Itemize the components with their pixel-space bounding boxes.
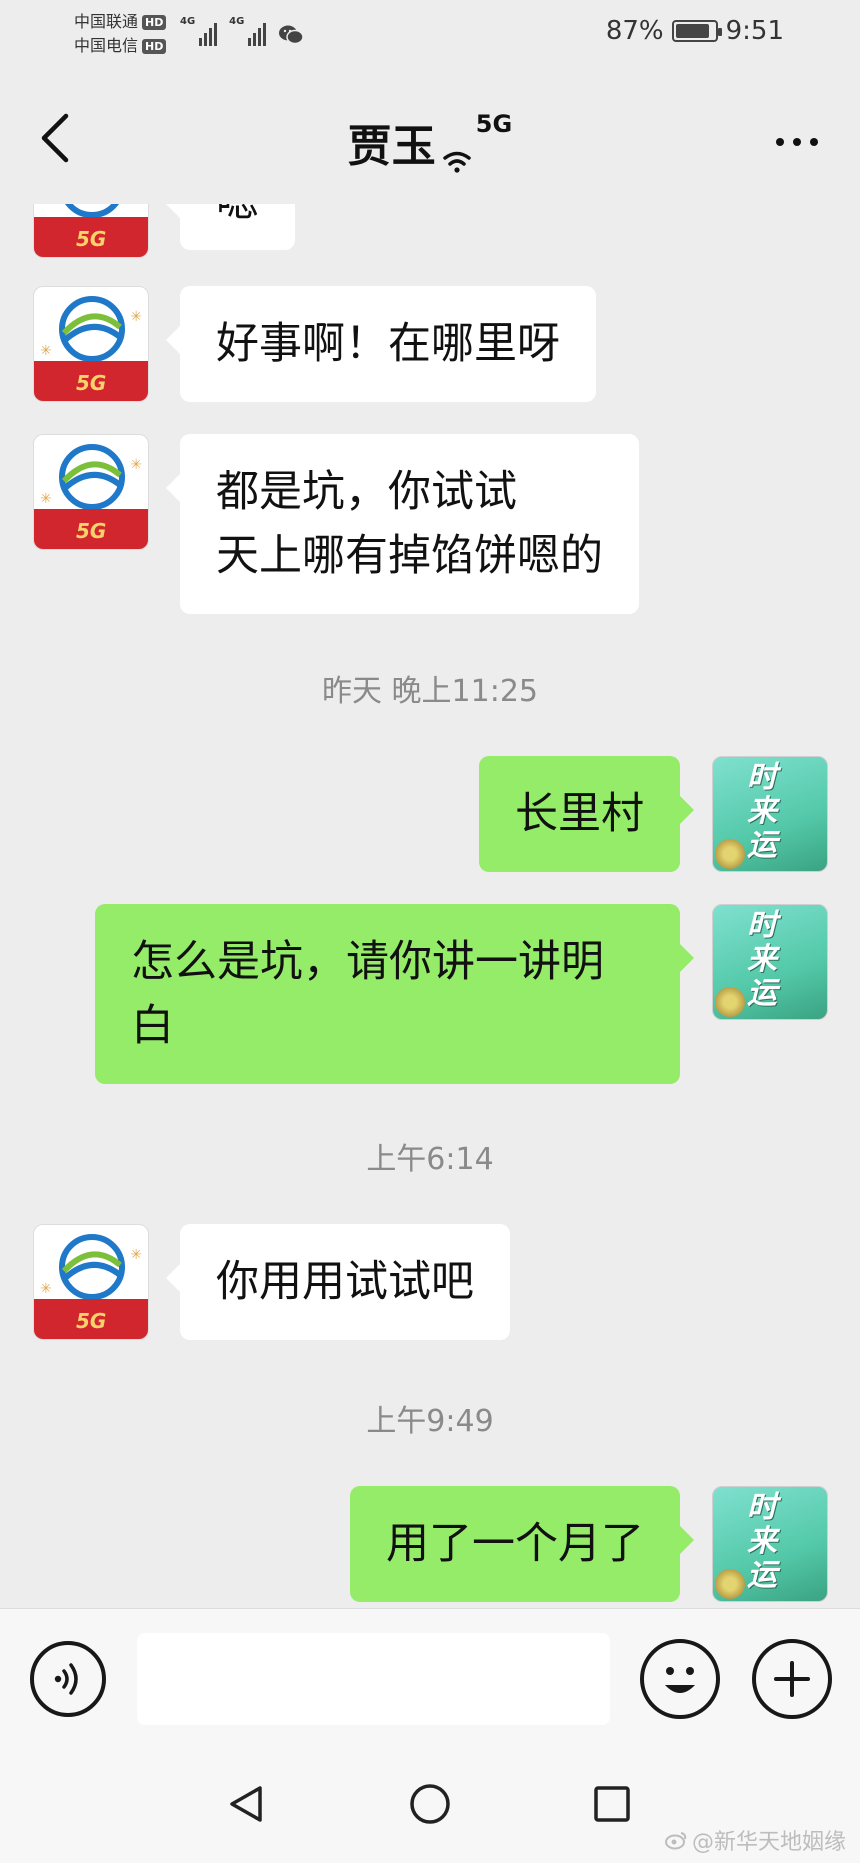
- message-bubble-incoming[interactable]: 嗯: [166, 204, 295, 250]
- status-right: 87% 9:51: [606, 16, 784, 46]
- avatar-5g-label: 5G: [76, 371, 107, 395]
- contact-avatar[interactable]: ✳ ✳ 5G: [33, 286, 149, 402]
- flower-icon: [715, 987, 745, 1017]
- system-home-button[interactable]: [402, 1776, 458, 1832]
- sparkle-icon: ✳: [40, 1281, 52, 1297]
- battery-fill: [675, 24, 709, 38]
- carrier-2: 中国电信: [74, 36, 139, 55]
- wifi-icon: [443, 151, 471, 173]
- message-text-line: 都是坑，你试试: [216, 467, 517, 517]
- message-text-line: 白: [131, 1001, 174, 1051]
- battery-icon: [671, 20, 722, 42]
- plus-icon: [774, 1661, 810, 1697]
- avatar-5g-label: 5G: [76, 519, 107, 543]
- signal-indicators: 4G 4G: [180, 16, 305, 46]
- avatar-calligraphy: 时来运: [747, 760, 777, 863]
- wechat-icon: [279, 25, 305, 45]
- message-text: 好事啊！在哪里呀: [216, 319, 560, 369]
- battery-percent: 87%: [605, 16, 664, 46]
- my-avatar[interactable]: 时来运: [712, 1486, 828, 1602]
- avatar-5g-label: 5G: [76, 227, 107, 251]
- signal-icon: 4G: [180, 16, 218, 46]
- timestamp: 昨天 晚上11:25: [322, 674, 538, 709]
- 5g-badge: 5G: [475, 110, 513, 138]
- message-text: 长里村: [515, 789, 644, 839]
- my-avatar[interactable]: 时来运: [712, 904, 828, 1020]
- message-bubble-outgoing[interactable]: 怎么是坑，请你讲一讲明 白: [95, 904, 694, 1084]
- signal-icon: 4G: [229, 16, 267, 46]
- clock: 9:51: [725, 16, 784, 46]
- contact-avatar[interactable]: ✳ ✳ 5G: [33, 434, 149, 550]
- my-avatar[interactable]: 时来运: [712, 756, 828, 872]
- message-text: 用了一个月了: [386, 1519, 644, 1569]
- system-back-button[interactable]: [218, 1776, 274, 1832]
- ellipsis-icon: [810, 138, 818, 146]
- square-recents-icon: [594, 1786, 630, 1822]
- status-bar: 中国联通 HD 中国电信 HD 4G 4G 87% 9:51: [0, 0, 860, 72]
- watermark: @新华天地姻缘: [664, 1824, 846, 1856]
- chat-header: 贾玉 5G: [0, 72, 860, 204]
- carrier-1: 中国联通: [74, 12, 139, 31]
- hd-badge: HD: [142, 14, 167, 30]
- message-bubble-incoming[interactable]: 你用用试试吧: [166, 1224, 510, 1340]
- message-text-line: 怎么是坑，请你讲一讲明: [131, 937, 604, 987]
- weibo-icon: [664, 1832, 687, 1850]
- message-bubble-incoming[interactable]: 都是坑，你试试 天上哪有掉馅饼嗯的: [166, 434, 639, 614]
- ellipsis-icon: [776, 138, 784, 146]
- message-list[interactable]: 5G 嗯 ✳ ✳ 5G 好事啊！在哪里呀 ✳ ✳ 5G 都是坑，你试试 天上哪有…: [0, 204, 860, 1608]
- message-bubble-outgoing[interactable]: 用了一个月了: [350, 1486, 694, 1602]
- contact-avatar[interactable]: 5G: [33, 204, 149, 258]
- contact-name: 贾玉: [347, 121, 436, 172]
- watermark-text: @新华天地姻缘: [691, 1830, 846, 1855]
- message-bubble-outgoing[interactable]: 长里村: [479, 756, 694, 872]
- emoji-button[interactable]: [640, 1639, 720, 1719]
- sparkle-icon: ✳: [130, 309, 142, 325]
- timestamp: 上午9:49: [366, 1404, 494, 1439]
- chat-title: 贾玉 5G: [0, 110, 860, 174]
- sparkle-icon: ✳: [40, 343, 52, 359]
- system-navigation-bar: @新华天地姻缘: [0, 1742, 860, 1863]
- hd-badge: HD: [142, 38, 167, 54]
- triangle-back-icon: [230, 1786, 262, 1822]
- voice-icon: [54, 1663, 78, 1695]
- input-bar: [0, 1608, 860, 1742]
- message-input[interactable]: [137, 1633, 610, 1725]
- message-text-line: 天上哪有掉馅饼嗯的: [216, 531, 603, 581]
- sparkle-icon: ✳: [40, 491, 52, 507]
- circle-home-icon: [410, 1784, 450, 1824]
- carrier-info: 中国联通 HD 中国电信 HD: [74, 10, 167, 58]
- flower-icon: [715, 1569, 745, 1599]
- system-recents-button[interactable]: [584, 1776, 640, 1832]
- ellipsis-icon: [793, 138, 801, 146]
- avatar-calligraphy: 时来运: [747, 908, 777, 1011]
- sparkle-icon: ✳: [130, 457, 142, 473]
- avatar-calligraphy: 时来运: [747, 1490, 777, 1593]
- smiley-icon: [665, 1667, 695, 1693]
- voice-button[interactable]: [30, 1641, 106, 1717]
- contact-avatar[interactable]: ✳ ✳ 5G: [33, 1224, 149, 1340]
- timestamp: 上午6:14: [366, 1142, 494, 1177]
- message-text: 嗯: [216, 204, 259, 227]
- flower-icon: [715, 839, 745, 869]
- sparkle-icon: ✳: [130, 1247, 142, 1263]
- more-button[interactable]: [762, 122, 832, 162]
- message-bubble-incoming[interactable]: 好事啊！在哪里呀: [166, 286, 596, 402]
- message-text: 你用用试试吧: [216, 1257, 474, 1307]
- plus-button[interactable]: [752, 1639, 832, 1719]
- avatar-5g-label: 5G: [76, 1309, 107, 1333]
